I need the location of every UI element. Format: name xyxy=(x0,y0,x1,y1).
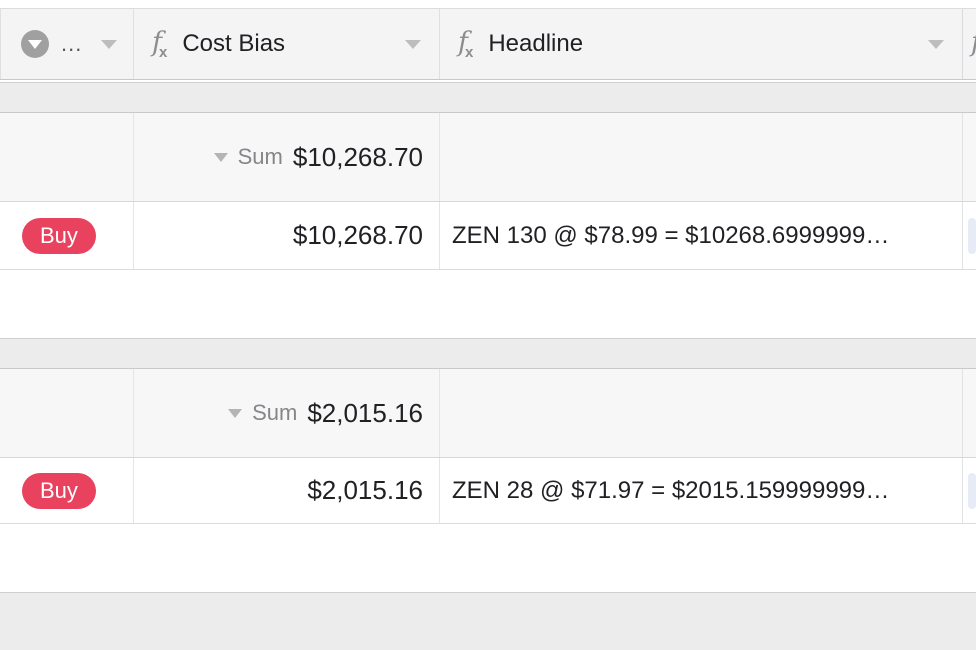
chevron-down-icon-cost-bias[interactable] xyxy=(405,40,421,49)
column-header-cost-bias[interactable]: 𝑓x Cost Bias xyxy=(134,9,440,79)
cell-category-2[interactable]: Buy xyxy=(0,458,134,523)
sum-label-2: Sum xyxy=(252,400,298,425)
triangle-down-glyph xyxy=(28,40,42,49)
column-header-headline-label: Headline xyxy=(488,30,584,57)
column-header-row: ... 𝑓x Cost Bias 𝑓x Headline 𝑓 xyxy=(0,8,976,80)
headline-value-1: ZEN 130 @ $78.99 = $10268.6999999… xyxy=(452,221,890,249)
summary-cell-cost-bias-1[interactable]: Sum $10,268.70 xyxy=(134,113,440,201)
cell-next-partial-2[interactable] xyxy=(963,458,976,523)
spreadsheet-grid: ... 𝑓x Cost Bias 𝑓x Headline 𝑓 Sum $10,2… xyxy=(0,0,976,650)
caret-down-icon-sum-1[interactable] xyxy=(213,152,228,162)
group-summary-row-2: Sum $2,015.16 xyxy=(0,369,976,458)
table-row-1[interactable]: Buy $10,268.70 ZEN 130 @ $78.99 = $10268… xyxy=(0,202,976,270)
summary-cell-category-2 xyxy=(0,369,134,457)
column-header-category[interactable]: ... xyxy=(0,9,134,79)
chevron-down-icon-category[interactable] xyxy=(101,40,117,49)
cell-cost-bias-1[interactable]: $10,268.70 xyxy=(134,202,440,269)
filter-circle-icon[interactable] xyxy=(21,30,49,58)
summary-cell-cost-bias-2[interactable]: Sum $2,015.16 xyxy=(134,369,440,457)
chip-partial-icon-1[interactable] xyxy=(968,217,976,254)
column-header-cost-bias-label: Cost Bias xyxy=(182,30,286,57)
column-header-next-partial[interactable]: 𝑓 xyxy=(963,9,976,79)
cell-next-partial-1[interactable] xyxy=(963,202,976,269)
cell-category-1[interactable]: Buy xyxy=(0,202,134,269)
summary-cell-next-2 xyxy=(963,369,976,457)
caret-down-icon-sum-2[interactable] xyxy=(228,408,243,418)
fx-icon-cost-bias: 𝑓x xyxy=(152,26,168,61)
cell-headline-1[interactable]: ZEN 130 @ $78.99 = $10268.6999999… xyxy=(440,202,963,269)
status-badge-buy-2[interactable]: Buy xyxy=(22,472,96,509)
group-separator-band-1 xyxy=(0,82,976,113)
sum-value-1: $10,268.70 xyxy=(292,141,423,172)
sum-label-1: Sum xyxy=(237,144,283,169)
chip-partial-icon-2[interactable] xyxy=(968,472,976,509)
column-header-headline[interactable]: 𝑓x Headline xyxy=(440,9,963,79)
sum-value-2: $2,015.16 xyxy=(307,397,423,428)
chevron-down-icon-headline[interactable] xyxy=(928,40,944,49)
table-row-2[interactable]: Buy $2,015.16 ZEN 28 @ $71.97 = $2015.15… xyxy=(0,458,976,524)
group-summary-row-1: Sum $10,268.70 xyxy=(0,113,976,202)
headline-value-2: ZEN 28 @ $71.97 = $2015.159999999… xyxy=(452,476,890,504)
fx-icon-next-partial: 𝑓 xyxy=(971,27,976,58)
summary-cell-next-1 xyxy=(963,113,976,201)
fx-icon-headline: 𝑓x xyxy=(458,26,474,61)
group-separator-band-2 xyxy=(0,338,976,369)
cell-cost-bias-2[interactable]: $2,015.16 xyxy=(134,458,440,523)
cost-bias-value-1: $10,268.70 xyxy=(292,220,423,250)
summary-cell-headline-2 xyxy=(440,369,963,457)
summary-cell-headline-1 xyxy=(440,113,963,201)
cell-headline-2[interactable]: ZEN 28 @ $71.97 = $2015.159999999… xyxy=(440,458,963,523)
cost-bias-value-2: $2,015.16 xyxy=(307,475,423,505)
group-separator-band-3 xyxy=(0,592,976,650)
summary-cell-category-1 xyxy=(0,113,134,201)
status-badge-buy-1[interactable]: Buy xyxy=(22,217,96,254)
column-header-category-label: ... xyxy=(61,31,83,56)
